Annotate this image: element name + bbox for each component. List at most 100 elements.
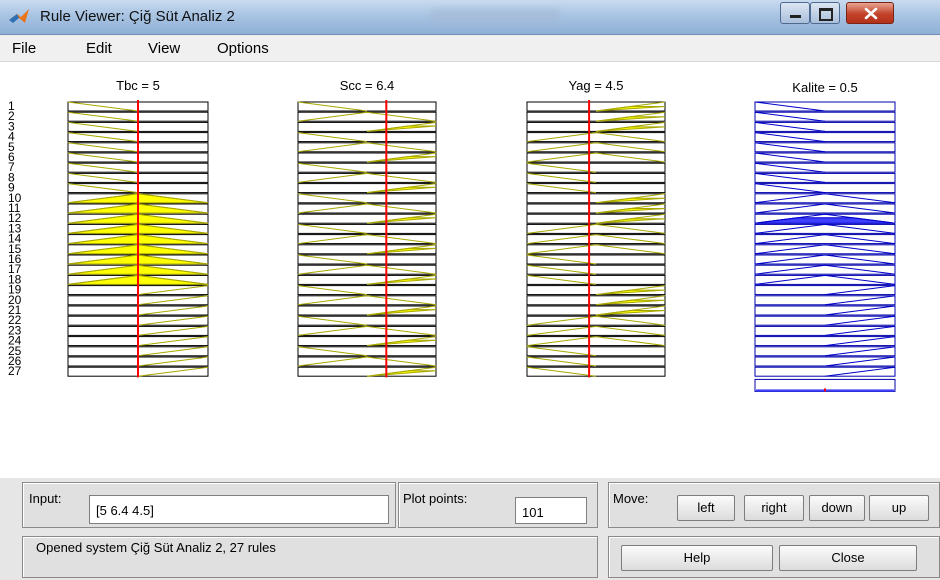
minimize-icon <box>790 15 801 18</box>
rule-23-kalite-box <box>754 325 896 336</box>
rule-17-kalite-box <box>754 264 896 275</box>
rule-2-scc-box <box>297 111 437 122</box>
maximize-icon <box>819 8 833 21</box>
rule-9-yag-box <box>526 183 666 194</box>
input-label: Input: <box>29 491 62 506</box>
control-panel: Input: [5 6.4 4.5] Plot points: 101 Move… <box>0 478 940 580</box>
rule-2-kalite-box <box>754 111 896 122</box>
rule-8-yag-box <box>526 172 666 183</box>
help-button[interactable]: Help <box>621 545 773 571</box>
matlab-icon <box>9 9 29 23</box>
input-field[interactable]: [5 6.4 4.5] <box>89 495 389 524</box>
rule-27-yag-box <box>526 366 666 377</box>
rule-7-scc-box <box>297 162 437 173</box>
rule-6-yag-box <box>526 152 666 163</box>
rule-7-kalite-box <box>754 162 896 173</box>
rule-27-kalite-box <box>754 366 896 377</box>
title-bar[interactable]: Rule Viewer: Çiğ Süt Analiz 2 <box>0 0 940 35</box>
rule-3-kalite-box <box>754 121 896 132</box>
rule-25-scc-box <box>297 346 437 357</box>
menu-file[interactable]: File <box>12 40 36 57</box>
rule-13-scc-box <box>297 223 437 234</box>
rule-15-yag-box <box>526 244 666 255</box>
rule-15-kalite-box <box>754 244 896 255</box>
rule-18-kalite-box <box>754 274 896 285</box>
move-left-button[interactable]: left <box>677 495 735 521</box>
rule-viewer-window: Rule Viewer: Çiğ Süt Analiz 2 File Edit … <box>0 0 940 580</box>
plot-points-label: Plot points: <box>403 491 468 506</box>
rule-5-kalite-box <box>754 142 896 153</box>
rule-22-kalite-box <box>754 315 896 326</box>
tbc-title: Tbc = 5 <box>116 78 160 93</box>
move-right-button[interactable]: right <box>744 495 804 521</box>
input-panel: Input: [5 6.4 4.5] <box>22 482 396 528</box>
rule-25-kalite-box <box>754 346 896 357</box>
menu-options[interactable]: Options <box>217 40 269 57</box>
minimize-button[interactable] <box>780 2 810 24</box>
rule-number: 27 <box>8 364 22 378</box>
rule-24-kalite-box <box>754 336 896 347</box>
action-panel: Help Close <box>608 536 940 578</box>
rule-plot-area[interactable]: 1 2 3 4 5 6 7 8 9 10 11 12 13 14 15 16 17 18 19 20 21 22 23 24 2… <box>0 62 940 478</box>
move-label: Move: <box>613 491 649 506</box>
rule-11-scc-box <box>297 203 437 214</box>
rule-26-kalite-box <box>754 356 896 367</box>
rule-10-scc-box <box>297 193 437 204</box>
rule-22-yag-box <box>526 315 666 326</box>
menu-edit[interactable]: Edit <box>86 40 112 57</box>
rule-22-scc-box <box>297 315 437 326</box>
rule-11-kalite-box <box>754 203 896 214</box>
scc-title: Scc = 6.4 <box>340 78 395 93</box>
rule-7-yag-box <box>526 162 666 173</box>
rule-23-yag-box <box>526 325 666 336</box>
rule-23-scc-box <box>297 325 437 336</box>
menu-view[interactable]: View <box>148 40 180 57</box>
yag-title: Yag = 4.5 <box>568 78 623 93</box>
move-panel: Move: left right down up <box>608 482 940 528</box>
rule-18-yag-box <box>526 274 666 285</box>
close-icon <box>864 7 878 20</box>
rule-8-kalite-box <box>754 172 896 183</box>
rule-5-yag-box <box>526 142 666 153</box>
maximize-button[interactable] <box>810 2 840 24</box>
move-up-button[interactable]: up <box>869 495 929 521</box>
rule-16-yag-box <box>526 254 666 265</box>
close-button[interactable]: Close <box>779 545 917 571</box>
status-message: Opened system Çiğ Süt Analiz 2, 27 rules <box>36 540 276 555</box>
rule-5-scc-box <box>297 142 437 153</box>
rule-13-yag-box <box>526 223 666 234</box>
rule-20-kalite-box <box>754 295 896 306</box>
rule-17-yag-box <box>526 264 666 275</box>
rule-20-scc-box <box>297 295 437 306</box>
rule-24-yag-box <box>526 336 666 347</box>
plot-points-field[interactable]: 101 <box>515 497 587 524</box>
window-title: Rule Viewer: Çiğ Süt Analiz 2 <box>40 8 235 25</box>
move-down-button[interactable]: down <box>809 495 865 521</box>
rule-6-kalite-box <box>754 152 896 163</box>
rule-14-yag-box <box>526 234 666 245</box>
rule-1-scc-box <box>297 101 437 112</box>
rule-17-scc-box <box>297 264 437 275</box>
rule-16-scc-box <box>297 254 437 265</box>
title-bar-blur <box>430 9 560 23</box>
rule-21-kalite-box <box>754 305 896 316</box>
rule-4-yag-box <box>526 132 666 143</box>
rule-1-kalite-box <box>754 101 896 112</box>
rule-26-yag-box <box>526 356 666 367</box>
rule-19-kalite-box <box>754 285 896 296</box>
plot-points-panel: Plot points: 101 <box>398 482 598 528</box>
rule-4-scc-box <box>297 132 437 143</box>
rule-14-scc-box <box>297 234 437 245</box>
rule-10-kalite-box <box>754 193 896 204</box>
close-window-button[interactable] <box>846 2 894 24</box>
rule-4-kalite-box <box>754 132 896 143</box>
rule-25-yag-box <box>526 346 666 357</box>
rule-13-kalite-box <box>754 223 896 234</box>
rule-26-scc-box <box>297 356 437 367</box>
rule-8-scc-box <box>297 172 437 183</box>
rules-canvas[interactable]: 1234567891011121314151617181920212223242… <box>0 62 940 478</box>
menu-bar: File Edit View Options <box>0 35 940 62</box>
rule-19-scc-box <box>297 285 437 296</box>
kalite-title: Kalite = 0.5 <box>792 80 857 95</box>
rule-9-kalite-box <box>754 183 896 194</box>
